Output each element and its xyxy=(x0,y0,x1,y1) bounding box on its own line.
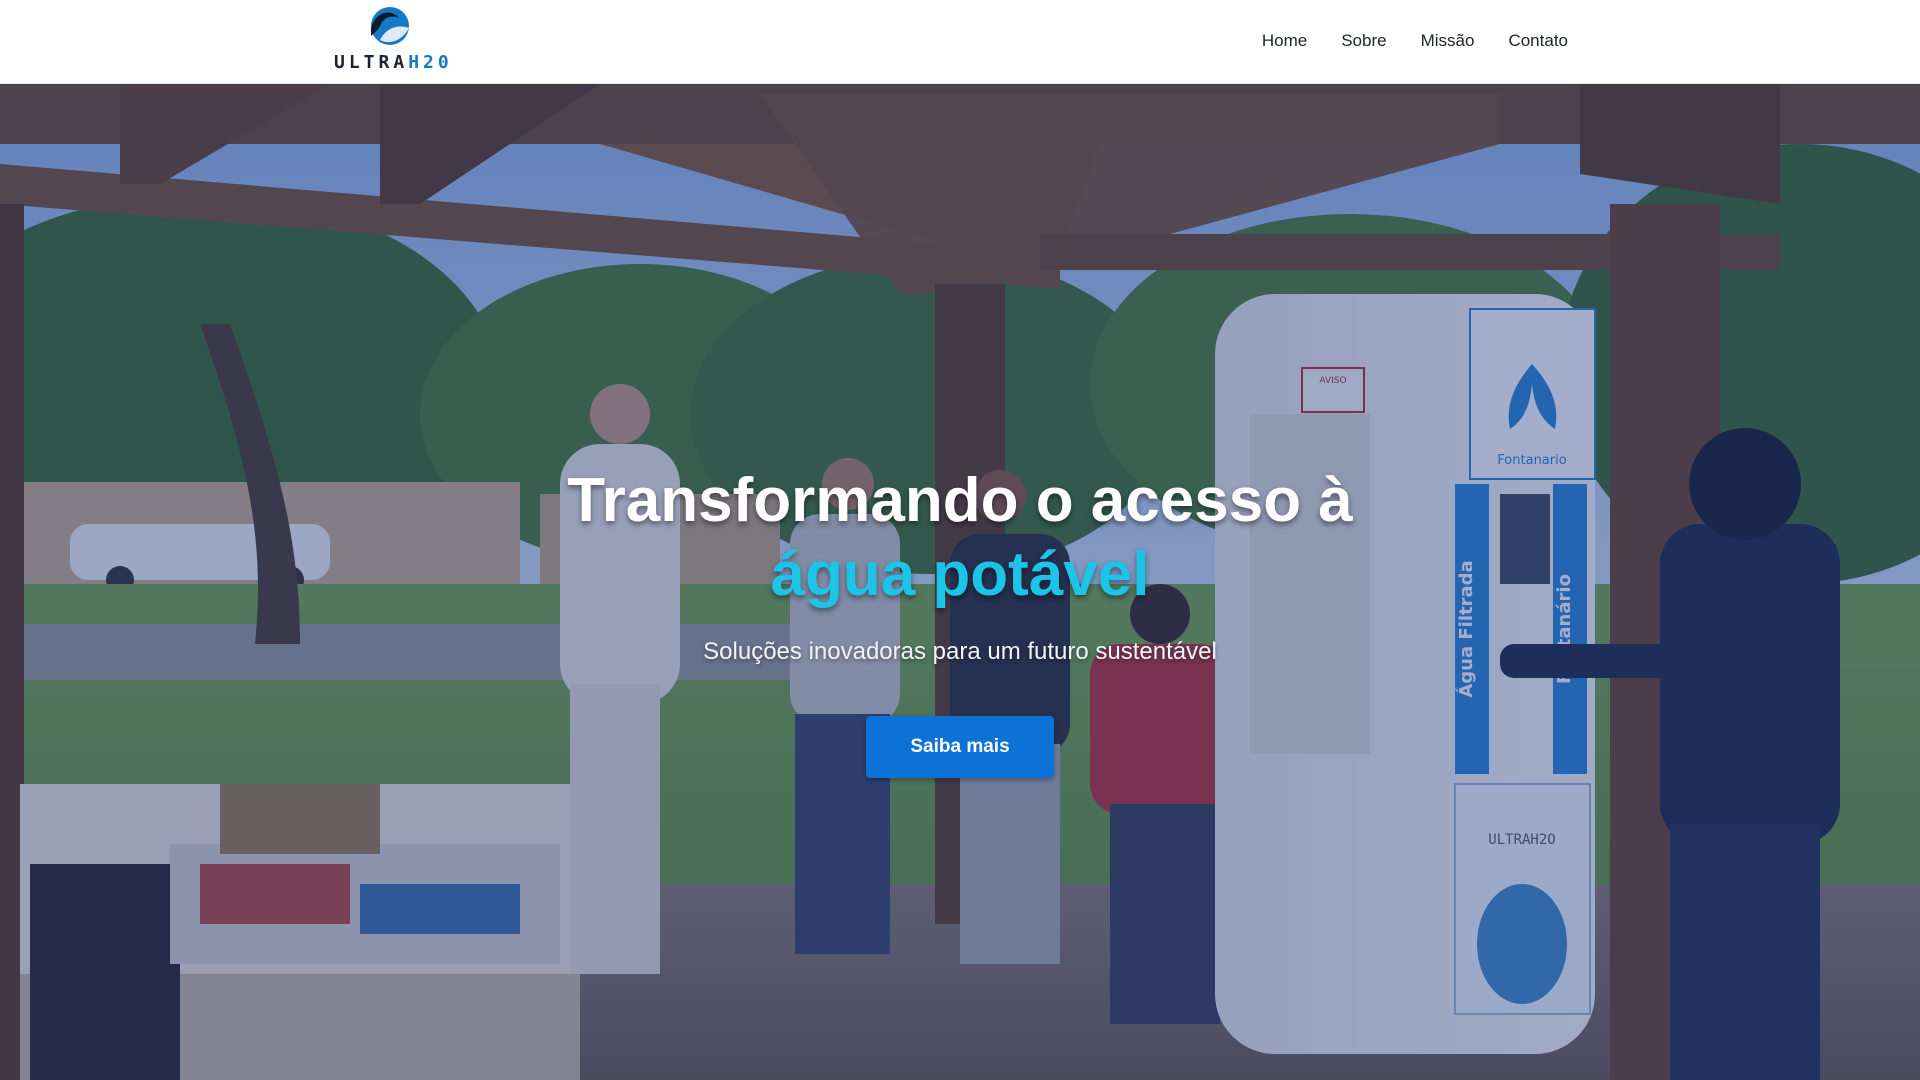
water-wave-icon xyxy=(371,7,409,45)
hero-content: Transformando o acesso à água potável So… xyxy=(0,464,1920,778)
brand-wordmark: ULTRAH20 xyxy=(334,52,449,73)
nav-item-contato[interactable]: Contato xyxy=(1508,26,1568,56)
hero-title: Transformando o acesso à água potável xyxy=(0,464,1920,612)
hero-title-highlight: água potável xyxy=(770,540,1150,609)
brand-wordmark-ultra: ULTRA xyxy=(334,52,409,73)
nav-item-home[interactable]: Home xyxy=(1262,26,1307,56)
hero-title-line1: Transformando o acesso à xyxy=(567,466,1353,535)
hero-subtitle: Soluções inovadoras para um futuro suste… xyxy=(703,638,1217,665)
brand-logo[interactable]: ULTRAH20 xyxy=(334,6,449,76)
site-header: ULTRAH20 Home Sobre Missão Contato xyxy=(0,0,1920,84)
main-nav: Home Sobre Missão Contato xyxy=(1262,26,1568,56)
brand-wordmark-h2o: H20 xyxy=(408,52,453,73)
nav-item-sobre[interactable]: Sobre xyxy=(1341,26,1386,56)
saiba-mais-button[interactable]: Saiba mais xyxy=(866,716,1054,778)
nav-item-missao[interactable]: Missão xyxy=(1421,26,1475,56)
hero-section: AVISO Fontanario Água Filtrada Fontanári… xyxy=(0,84,1920,1080)
